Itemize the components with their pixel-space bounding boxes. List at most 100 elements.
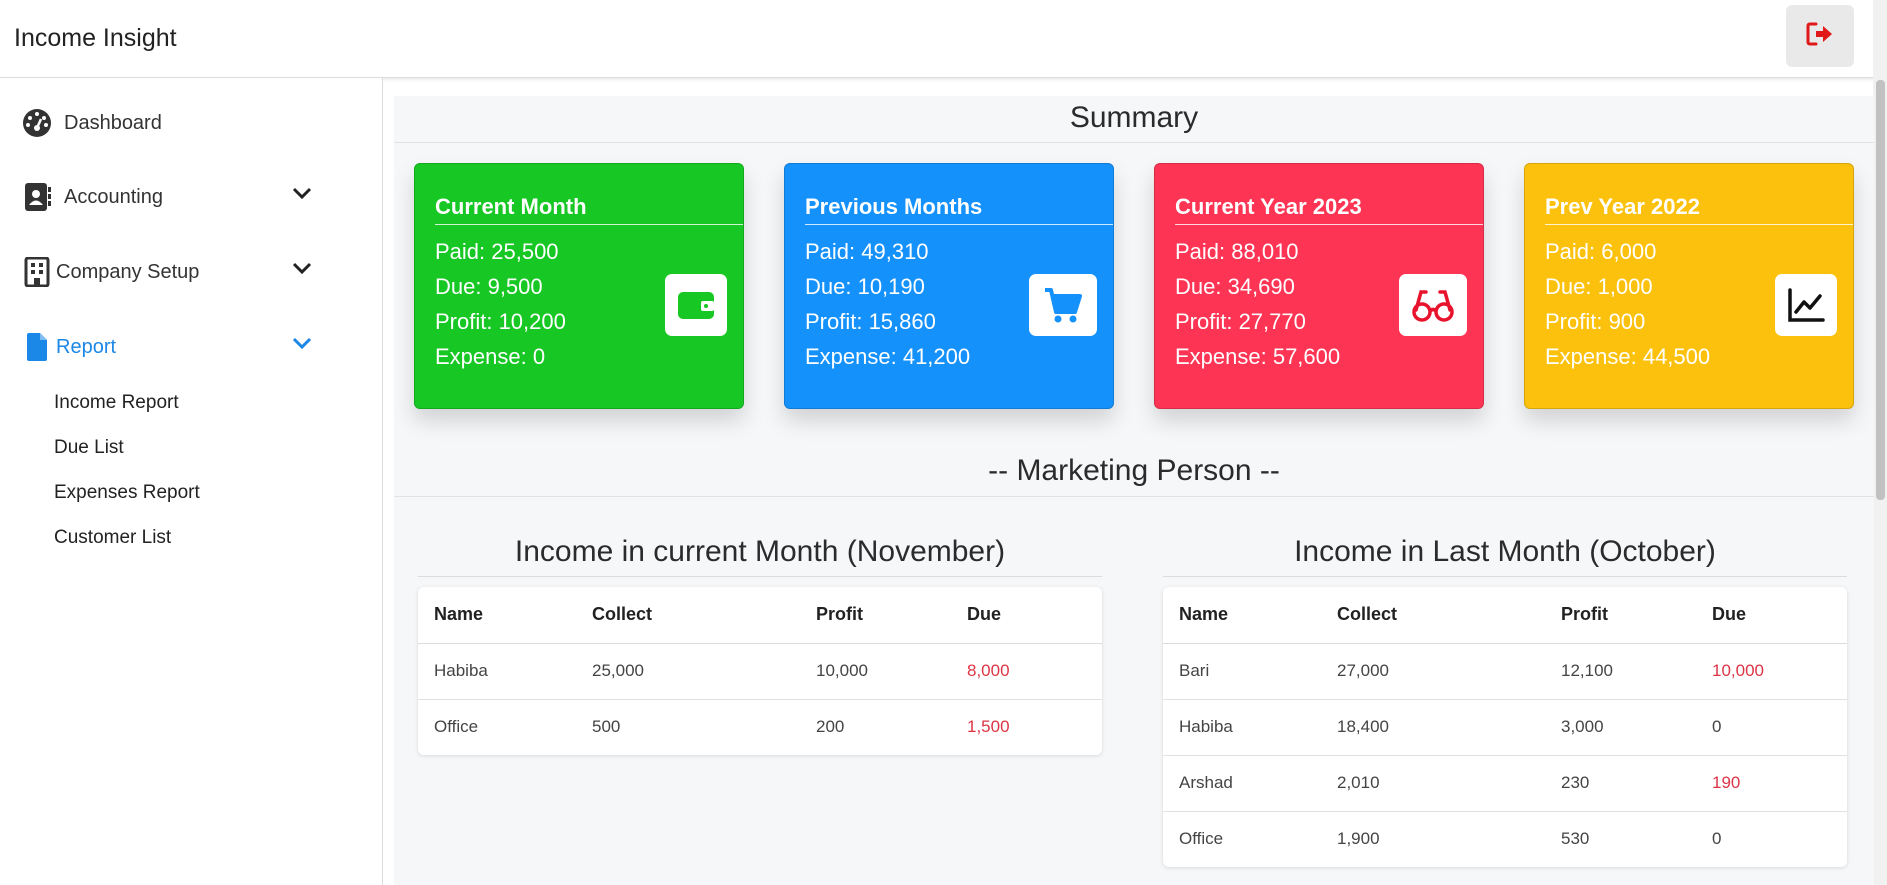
table-row: Bari 27,000 12,100 10,000 (1163, 642, 1847, 699)
divider (805, 224, 1113, 225)
cell-collect: 1,900 (1321, 810, 1545, 867)
card-due: Due: 34,690 (1175, 274, 1295, 299)
cell-collect: 18,400 (1321, 698, 1545, 755)
card-profit: Profit: 900 (1545, 309, 1646, 334)
cell-collect: 27,000 (1321, 642, 1545, 699)
sidebar-subitem-expenses-report[interactable]: Expenses Report (54, 482, 200, 504)
column-header-profit: Profit (1545, 587, 1696, 644)
wallet-icon (665, 274, 727, 336)
column-header-name: Name (1163, 587, 1321, 644)
summary-card-previous-months: Previous Months Paid: 49,310 Due: 10,190… (784, 163, 1114, 409)
cell-due: 10,000 (1696, 642, 1847, 699)
table-row: Habiba 25,000 10,000 8,000 (418, 642, 1102, 699)
column-header-collect: Collect (576, 587, 800, 644)
card-expense: Expense: 57,600 (1175, 344, 1341, 369)
table-header-row: Name Collect Profit Due (1163, 587, 1847, 644)
chevron-down-icon[interactable] (292, 334, 312, 357)
top-navbar: Income Insight (0, 0, 1887, 78)
card-title: Prev Year 2022 (1545, 194, 1700, 219)
card-due: Due: 10,190 (805, 274, 925, 299)
last-month-income-table: Name Collect Profit Due Bari 27,000 12,1… (1163, 587, 1847, 867)
cell-name: Bari (1163, 642, 1321, 699)
cell-due: 190 (1696, 754, 1847, 811)
cell-profit: 200 (800, 698, 951, 755)
file-icon (22, 332, 52, 362)
sidebar-item-label: Company Setup (56, 260, 200, 283)
sidebar-subitem-income-report[interactable]: Income Report (54, 392, 179, 414)
cell-due: 0 (1696, 698, 1847, 755)
table-row: Office 500 200 1,500 (418, 698, 1102, 755)
logout-button[interactable] (1786, 5, 1854, 67)
card-due: Due: 9,500 (435, 274, 543, 299)
sidebar-item-dashboard[interactable]: Dashboard (22, 108, 312, 138)
line-chart-icon (1775, 274, 1837, 336)
glasses-icon (1399, 274, 1467, 336)
divider (1545, 224, 1853, 225)
cell-name: Office (418, 698, 576, 755)
column-header-due: Due (951, 587, 1102, 644)
sign-out-icon (1806, 21, 1834, 52)
sidebar-item-label: Report (56, 335, 117, 358)
dashboard-gauge-icon (22, 108, 52, 138)
current-month-income-table: Name Collect Profit Due Habiba 25,000 10… (418, 587, 1102, 755)
card-profit: Profit: 27,770 (1175, 309, 1306, 334)
divider (1175, 224, 1483, 225)
summary-card-current-month: Current Month Paid: 25,500 Due: 9,500 Pr… (414, 163, 744, 409)
cart-icon (1029, 274, 1097, 336)
app-title: Income Insight (14, 24, 177, 52)
scrollbar[interactable] (1873, 0, 1887, 885)
card-title: Current Year 2023 (1175, 194, 1362, 219)
card-expense: Expense: 0 (435, 344, 546, 369)
current-month-income-title: Income in current Month (November) (514, 535, 1006, 568)
cell-collect: 2,010 (1321, 754, 1545, 811)
table-row: Office 1,900 530 0 (1163, 810, 1847, 867)
cell-profit: 230 (1545, 754, 1696, 811)
column-header-profit: Profit (800, 587, 951, 644)
divider (418, 576, 1102, 577)
cell-profit: 3,000 (1545, 698, 1696, 755)
sidebar-item-accounting[interactable]: Accounting (22, 182, 312, 212)
sidebar-item-company-setup[interactable]: Company Setup (22, 257, 312, 287)
cell-due: 1,500 (951, 698, 1102, 755)
cell-collect: 25,000 (576, 642, 800, 699)
scrollbar-thumb[interactable] (1876, 80, 1885, 500)
sidebar-item-label: Accounting (64, 185, 163, 208)
card-expense: Expense: 44,500 (1545, 344, 1711, 369)
cell-due: 8,000 (951, 642, 1102, 699)
divider (435, 224, 743, 225)
cell-name: Habiba (1163, 698, 1321, 755)
chevron-down-icon[interactable] (292, 184, 312, 207)
cell-profit: 12,100 (1545, 642, 1696, 699)
card-paid: Paid: 49,310 (805, 239, 929, 264)
cell-due: 0 (1696, 810, 1847, 867)
divider (394, 496, 1874, 497)
sidebar-subitem-due-list[interactable]: Due List (54, 437, 124, 459)
main-content: Summary Current Month Paid: 25,500 Due: … (394, 96, 1874, 885)
card-profit: Profit: 10,200 (435, 309, 566, 334)
summary-title: Summary (1069, 101, 1199, 134)
card-profit: Profit: 15,860 (805, 309, 936, 334)
table-row: Arshad 2,010 230 190 (1163, 754, 1847, 811)
table-header-row: Name Collect Profit Due (418, 587, 1102, 644)
cell-profit: 10,000 (800, 642, 951, 699)
column-header-name: Name (418, 587, 576, 644)
cell-name: Arshad (1163, 754, 1321, 811)
sidebar-subitem-customer-list[interactable]: Customer List (54, 527, 171, 549)
chevron-down-icon[interactable] (292, 259, 312, 282)
card-title: Current Month (435, 194, 587, 219)
cell-profit: 530 (1545, 810, 1696, 867)
last-month-income-title: Income in Last Month (October) (1294, 535, 1716, 568)
card-paid: Paid: 88,010 (1175, 239, 1299, 264)
sidebar-item-report[interactable]: Report (22, 332, 312, 362)
column-header-due: Due (1696, 587, 1847, 644)
divider (1163, 576, 1847, 577)
divider (394, 142, 1874, 143)
summary-card-current-year: Current Year 2023 Paid: 88,010 Due: 34,6… (1154, 163, 1484, 409)
sidebar: Dashboard Accounting Company Setup Repor… (0, 78, 383, 885)
cell-name: Habiba (418, 642, 576, 699)
card-title: Previous Months (805, 194, 983, 219)
sidebar-item-label: Dashboard (64, 111, 162, 134)
contact-book-icon (22, 182, 52, 212)
cell-collect: 500 (576, 698, 800, 755)
table-row: Habiba 18,400 3,000 0 (1163, 698, 1847, 755)
